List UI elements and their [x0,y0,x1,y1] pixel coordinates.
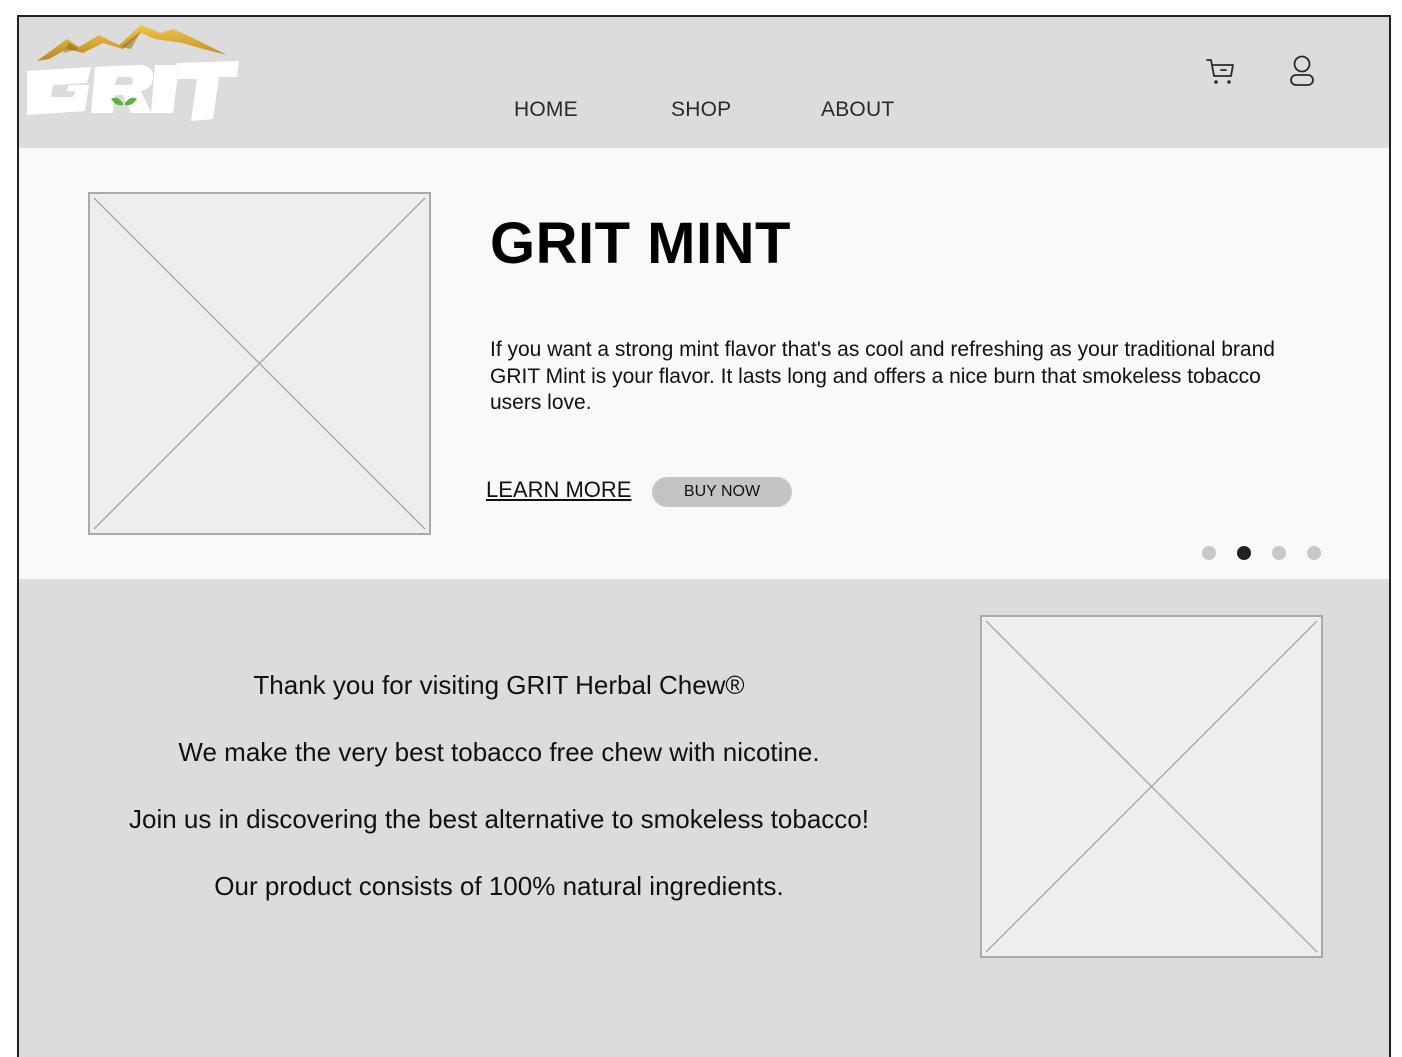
carousel-dot-4[interactable] [1307,546,1321,560]
image-placeholder-icon [88,192,431,535]
product-title: GRIT MINT [490,211,791,276]
carousel-dot-2[interactable] [1237,546,1251,560]
about-text-line: Join us in discovering the best alternat… [129,804,869,834]
about-text-line: Thank you for visiting GRIT Herbal Chew® [253,670,745,700]
buy-now-button[interactable]: BUY NOW [652,477,792,507]
grit-logo[interactable] [23,19,239,123]
cart-icon[interactable] [1205,56,1237,88]
carousel-dot-3[interactable] [1272,546,1286,560]
nav-shop[interactable]: SHOP [671,98,731,122]
carousel-dot-1[interactable] [1202,546,1216,560]
about-text-line: We make the very best tobacco free chew … [178,737,820,767]
learn-more-link[interactable]: LEARN MORE [486,477,631,503]
hero-section: GRIT MINT If you want a strong mint flav… [19,148,1389,579]
nav-home[interactable]: HOME [514,98,578,122]
user-icon[interactable] [1287,54,1317,88]
about-section: Thank you for visiting GRIT Herbal Chew®… [19,579,1389,1057]
about-text-line: Our product consists of 100% natural ing… [214,871,784,901]
nav-about[interactable]: ABOUT [821,98,894,122]
site-header: HOME SHOP ABOUT [19,17,1389,148]
image-placeholder-icon [980,615,1323,958]
page-frame: HOME SHOP ABOUT GRIT MINT If you want a … [17,15,1391,1057]
product-description: If you want a strong mint flavor that's … [490,338,1275,414]
